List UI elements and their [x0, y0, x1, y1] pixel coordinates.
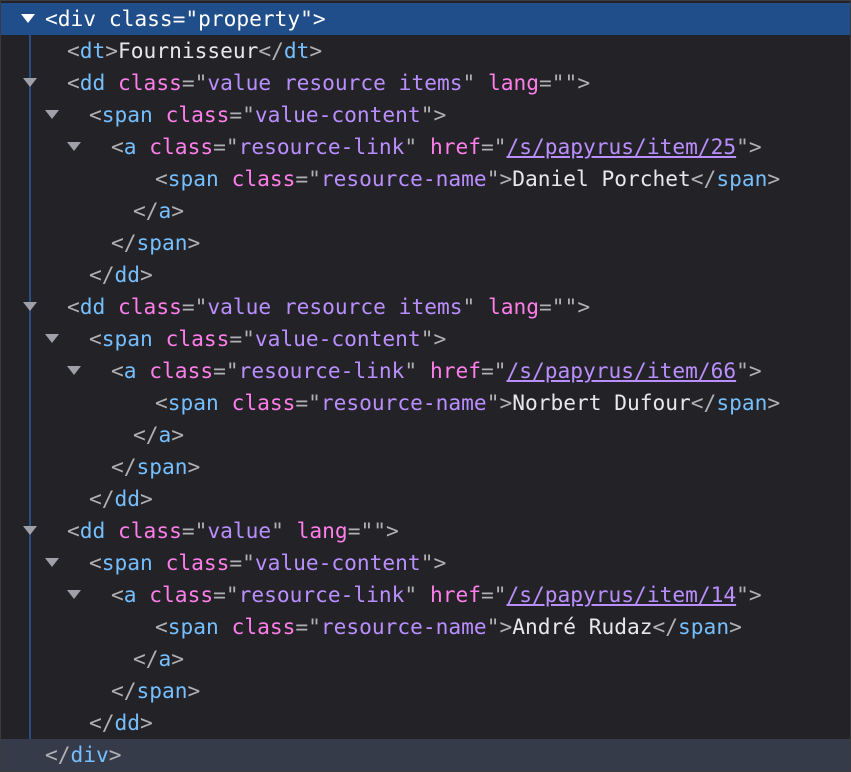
resource-name-text: André Rudaz — [512, 614, 653, 639]
node-dd-close[interactable]: </dd> — [1, 483, 850, 515]
markup-view: <div class="property"> <dt>Fournisseur</… — [0, 0, 851, 772]
collapse-arrow-icon[interactable] — [23, 302, 37, 311]
node-dt[interactable]: <dt>Fournisseur</dt> — [1, 35, 850, 67]
node-dd-open[interactable]: <dd class="value resource items" lang=""… — [1, 67, 850, 99]
collapse-arrow-icon[interactable] — [67, 590, 81, 599]
node-span-close[interactable]: </span> — [1, 227, 850, 259]
node-span-value-content-open[interactable]: <span class="value-content"> — [1, 547, 850, 579]
href-link[interactable]: /s/papyrus/item/25 — [507, 134, 737, 159]
node-div-property-close[interactable]: </div> — [1, 739, 850, 771]
node-span-value-content-open[interactable]: <span class="value-content"> — [1, 99, 850, 131]
node-a-close[interactable]: </a> — [1, 195, 850, 227]
node-div-property-open[interactable]: <div class="property"> — [1, 3, 850, 35]
node-span-resource-name[interactable]: <span class="resource-name">Norbert Dufo… — [1, 387, 850, 419]
dt-text: Fournisseur — [118, 38, 259, 63]
collapse-arrow-icon[interactable] — [67, 366, 81, 375]
node-a-resource-link-open[interactable]: <a class="resource-link" href="/s/papyru… — [1, 579, 850, 611]
node-dd-close[interactable]: </dd> — [1, 707, 850, 739]
collapse-arrow-icon[interactable] — [23, 78, 37, 87]
node-dd-open[interactable]: <dd class="value" lang=""> — [1, 515, 850, 547]
node-dd-open[interactable]: <dd class="value resource items" lang=""… — [1, 291, 850, 323]
resource-name-text: Daniel Porchet — [512, 166, 691, 191]
collapse-arrow-icon[interactable] — [21, 14, 35, 23]
collapse-arrow-icon[interactable] — [45, 110, 59, 119]
href-link[interactable]: /s/papyrus/item/14 — [507, 582, 737, 607]
node-span-resource-name[interactable]: <span class="resource-name">André Rudaz<… — [1, 611, 850, 643]
node-dd-close[interactable]: </dd> — [1, 259, 850, 291]
node-span-value-content-open[interactable]: <span class="value-content"> — [1, 323, 850, 355]
node-a-close[interactable]: </a> — [1, 419, 850, 451]
collapse-arrow-icon[interactable] — [45, 334, 59, 343]
href-link[interactable]: /s/papyrus/item/66 — [507, 358, 737, 383]
node-span-resource-name[interactable]: <span class="resource-name">Daniel Porch… — [1, 163, 850, 195]
node-span-close[interactable]: </span> — [1, 451, 850, 483]
resource-name-text: Norbert Dufour — [512, 390, 691, 415]
node-a-resource-link-open[interactable]: <a class="resource-link" href="/s/papyru… — [1, 131, 850, 163]
collapse-arrow-icon[interactable] — [67, 142, 81, 151]
node-span-close[interactable]: </span> — [1, 675, 850, 707]
collapse-arrow-icon[interactable] — [23, 526, 37, 535]
collapse-arrow-icon[interactable] — [45, 558, 59, 567]
node-a-resource-link-open[interactable]: <a class="resource-link" href="/s/papyru… — [1, 355, 850, 387]
node-a-close[interactable]: </a> — [1, 643, 850, 675]
